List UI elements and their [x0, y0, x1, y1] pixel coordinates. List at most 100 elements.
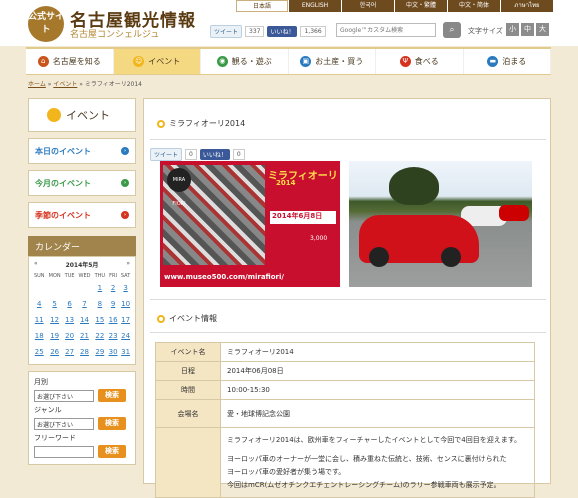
- calendar-day[interactable]: 19: [46, 328, 62, 344]
- nav-souvenir[interactable]: ▣ お土産・買う: [289, 49, 376, 74]
- info-key: 時間: [155, 380, 221, 400]
- calendar-day[interactable]: 21: [76, 328, 92, 344]
- calendar-day[interactable]: 23: [107, 328, 119, 344]
- lang-thai[interactable]: ภาษาไทย: [501, 0, 553, 12]
- sidebar-title-text: イベント: [66, 109, 110, 122]
- event-info-table: イベント名 ミラフィオーリ2014 日程 2014年06月08日 時間 10:00-1…: [155, 342, 535, 498]
- weekday: SUN: [33, 273, 45, 279]
- calendar-day[interactable]: 10: [119, 296, 132, 312]
- breadcrumb: ホーム » イベント » ミラフィオーリ2014: [28, 79, 142, 88]
- nav-event[interactable]: ☺ イベント: [113, 49, 201, 74]
- like-button[interactable]: いいね！: [267, 26, 298, 37]
- nav-stay[interactable]: ▬ 泊まる: [464, 49, 551, 74]
- nav-sightseeing[interactable]: ◉ 観る・遊ぶ: [201, 49, 289, 74]
- info-value: 愛・地球博記念公園: [220, 399, 535, 428]
- calendar-day[interactable]: 25: [32, 344, 46, 360]
- divider: [150, 299, 546, 300]
- calendar-blank: [32, 280, 46, 296]
- event-poster[interactable]: MIRA FIORI ミラフィオーリ 2014 2014年6月8日 3,000 …: [160, 161, 340, 287]
- keyword-search-button[interactable]: 検索: [98, 445, 126, 458]
- smile-icon: ☺: [133, 56, 145, 67]
- weekday: TUE: [64, 273, 75, 279]
- calendar-day[interactable]: 9: [107, 296, 119, 312]
- calendar-day[interactable]: 4: [32, 296, 46, 312]
- calendar-next[interactable]: »: [126, 260, 130, 269]
- site-subtitle: 名古屋コンシェルジュ: [70, 30, 160, 40]
- search-input[interactable]: [336, 23, 436, 37]
- calendar-day[interactable]: 28: [76, 344, 92, 360]
- main-content: ミラフィオーリ2014 ツイート 0 いいね！ 0 MIRA FIORI ミラフ…: [143, 98, 551, 498]
- calendar-day[interactable]: 24: [119, 328, 132, 344]
- genre-select[interactable]: お選び下さい: [34, 417, 94, 430]
- calendar-day[interactable]: 13: [63, 312, 76, 328]
- calendar-day[interactable]: 15: [93, 312, 107, 328]
- font-size-large[interactable]: 大: [536, 23, 549, 36]
- calendar-day[interactable]: 26: [46, 344, 62, 360]
- sidebar-item-this-month[interactable]: 今月のイベント ›: [28, 170, 136, 196]
- lang-chinese-traditional[interactable]: 中文・繁體: [395, 0, 447, 12]
- lang-english[interactable]: ENGLISH: [289, 0, 341, 12]
- nav-label: イベント: [148, 57, 181, 66]
- calendar-day[interactable]: 8: [93, 296, 107, 312]
- breadcrumb-home[interactable]: ホーム: [28, 81, 46, 88]
- info-key: [155, 427, 221, 498]
- calendar-day[interactable]: 6: [63, 296, 76, 312]
- lang-korean[interactable]: 한국어: [342, 0, 394, 12]
- calendar-day[interactable]: 29: [93, 344, 107, 360]
- breadcrumb-event[interactable]: イベント: [53, 81, 77, 88]
- tweet-button[interactable]: ツイート: [210, 25, 243, 38]
- desc-line: ヨーロッパ車の愛好者が集う場です。: [227, 468, 346, 476]
- calendar-day[interactable]: 11: [32, 312, 46, 328]
- event-description: ミラフィオーリ2014は、欧州車をフィーチャーしたイベントとして今回で4回目を迎…: [220, 427, 535, 498]
- info-key: イベント名: [155, 342, 221, 362]
- weekday: THU: [94, 273, 106, 279]
- calendar-grid: SUN MON TUE WED THU FRI SAT 1 2 3 4 5 6 7 8 9 10 11 12 13 1…: [32, 272, 132, 360]
- calendar-nav: « 2014年5月 »: [32, 260, 132, 269]
- page-title-text: ミラフィオーリ2014: [169, 119, 246, 128]
- official-site-seal[interactable]: 公式サイト: [28, 6, 64, 42]
- calendar-day[interactable]: 31: [119, 344, 132, 360]
- calendar-blank: [76, 280, 92, 296]
- calendar-title: カレンダー: [28, 236, 136, 256]
- month-search-button[interactable]: 検索: [98, 389, 126, 402]
- calendar-day[interactable]: 5: [46, 296, 62, 312]
- lang-japanese[interactable]: 日本語: [236, 0, 288, 12]
- search-icon[interactable]: ⌕: [443, 22, 461, 38]
- language-bar: 日本語 ENGLISH 한국어 中文・繁體 中文・简体 ภาษาไทย: [236, 0, 554, 12]
- lang-chinese-simplified[interactable]: 中文・简体: [448, 0, 500, 12]
- calendar-day[interactable]: 27: [63, 344, 76, 360]
- chevron-right-icon: ›: [121, 147, 129, 155]
- like-button[interactable]: いいね！: [199, 149, 230, 160]
- font-size-medium[interactable]: 中: [521, 23, 534, 36]
- calendar-day[interactable]: 14: [76, 312, 92, 328]
- calendar-day[interactable]: 18: [32, 328, 46, 344]
- month-select[interactable]: お選び下さい: [34, 389, 94, 402]
- sidebar-item-seasonal[interactable]: 季節のイベント ›: [28, 202, 136, 228]
- calendar-day[interactable]: 30: [107, 344, 119, 360]
- nav-know-nagoya[interactable]: ⌂ 名古屋を知る: [26, 49, 114, 74]
- calendar-day[interactable]: 7: [76, 296, 92, 312]
- calendar-day[interactable]: 1: [93, 280, 107, 296]
- calendar-day[interactable]: 22: [93, 328, 107, 344]
- keyword-input[interactable]: [34, 445, 94, 458]
- nav-eat[interactable]: Ψ 食べる: [376, 49, 464, 74]
- calendar-day[interactable]: 20: [63, 328, 76, 344]
- calendar-day[interactable]: 12: [46, 312, 62, 328]
- info-section-title: イベント情報: [157, 313, 217, 324]
- tweet-button[interactable]: ツイート: [150, 148, 183, 161]
- like-count: 1,366: [300, 26, 326, 37]
- sidebar-item-today[interactable]: 本日のイベント ›: [28, 138, 136, 164]
- info-key: 日程: [155, 361, 221, 381]
- calendar-day[interactable]: 2: [107, 280, 119, 296]
- calendar-prev[interactable]: «: [34, 260, 38, 269]
- event-photo[interactable]: [349, 161, 532, 287]
- calendar-day[interactable]: 16: [107, 312, 119, 328]
- poster-year: 2014: [276, 179, 296, 187]
- table-row: 時間 10:00-15:30: [155, 380, 535, 400]
- font-size-small[interactable]: 小: [506, 23, 519, 36]
- calendar-day[interactable]: 3: [119, 280, 132, 296]
- calendar-day[interactable]: 17: [119, 312, 132, 328]
- font-size-label: 文字サイズ: [468, 27, 503, 35]
- photo-tree: [389, 167, 439, 205]
- genre-search-button[interactable]: 検索: [98, 417, 126, 430]
